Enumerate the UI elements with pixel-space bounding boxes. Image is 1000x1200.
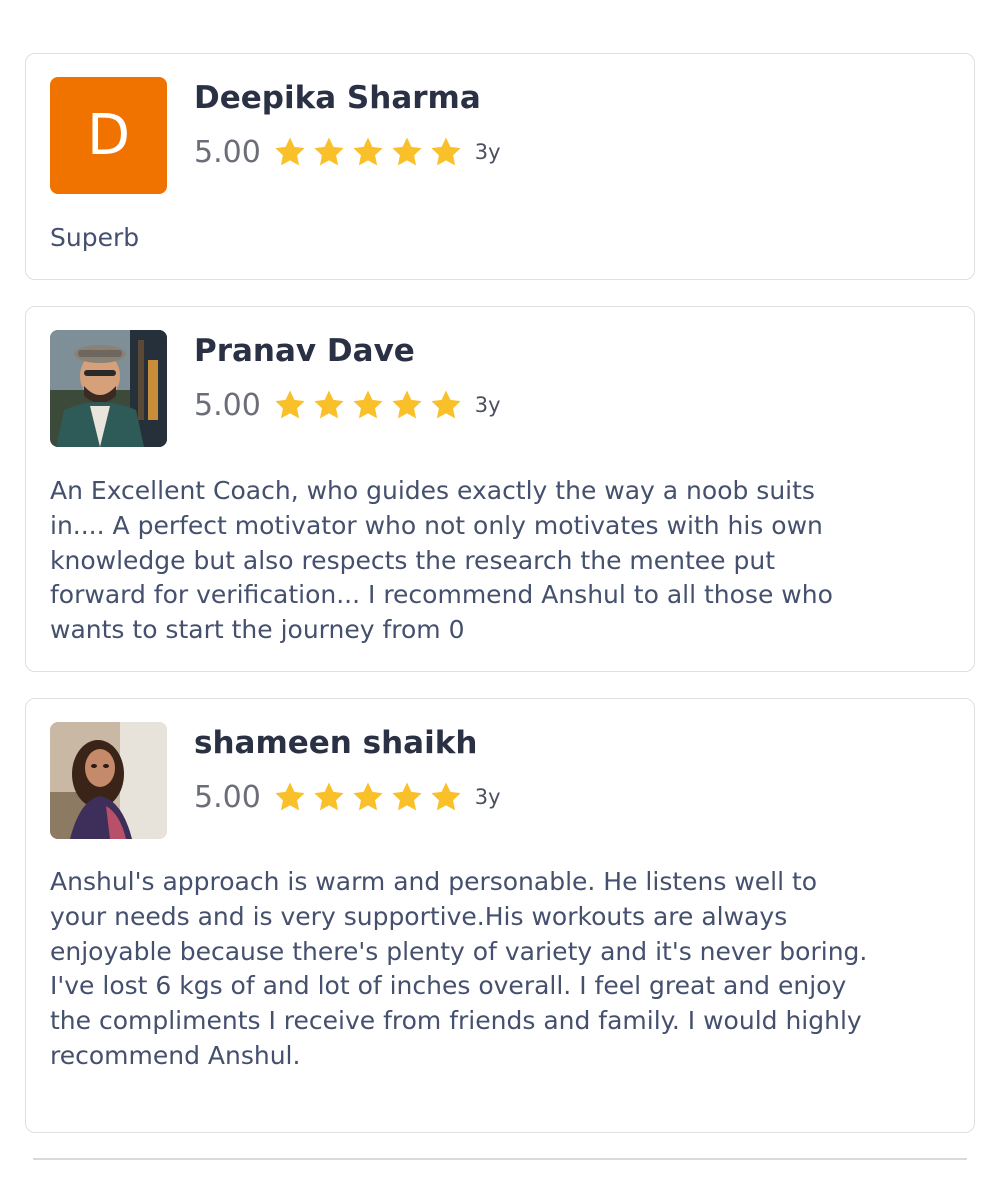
star-icon	[392, 390, 422, 419]
rating-row: 5.00 3y	[194, 383, 501, 427]
review-text: An Excellent Coach, who guides exactly t…	[50, 476, 833, 645]
star-rating	[273, 135, 463, 169]
star-icon	[353, 782, 383, 811]
star-icon	[314, 390, 344, 419]
star-icon	[353, 390, 383, 419]
star-icon	[392, 137, 422, 166]
star-icon	[275, 137, 305, 166]
rating-score: 5.00	[194, 134, 261, 170]
star-icon	[275, 390, 305, 419]
review-text: Superb	[50, 223, 140, 252]
star-icon	[314, 137, 344, 166]
rating-score: 5.00	[194, 387, 261, 423]
star-icon	[392, 782, 422, 811]
star-rating	[273, 780, 463, 814]
user-photo-icon	[50, 722, 167, 839]
star-icon	[431, 782, 461, 811]
star-icon	[431, 390, 461, 419]
star-rating	[273, 388, 463, 422]
review-age: 3y	[474, 393, 501, 417]
star-icon	[314, 782, 344, 811]
review-card: Pranav Dave 5.00 3y An Excellent Coach, …	[25, 306, 975, 672]
user-photo-icon	[50, 330, 167, 447]
divider	[33, 1158, 967, 1160]
avatar[interactable]: D	[50, 77, 167, 194]
reviewer-name[interactable]: shameen shaikh	[194, 725, 477, 761]
star-icon	[431, 137, 461, 166]
review-age: 3y	[474, 785, 501, 809]
review-text: Anshul's approach is warm and personable…	[50, 867, 868, 1070]
star-icon	[353, 137, 383, 166]
avatar-letter: D	[86, 103, 131, 168]
rating-row: 5.00 3y	[194, 775, 501, 819]
review-age: 3y	[474, 140, 501, 164]
rating-row: 5.00 3y	[194, 130, 501, 174]
reviewer-name[interactable]: Deepika Sharma	[194, 80, 481, 116]
avatar[interactable]	[50, 722, 167, 839]
review-card: D Deepika Sharma 5.00 3y Superb	[25, 53, 975, 280]
review-card: shameen shaikh 5.00 3y Anshul's approach…	[25, 698, 975, 1133]
star-icon	[275, 782, 305, 811]
avatar[interactable]	[50, 330, 167, 447]
reviewer-name[interactable]: Pranav Dave	[194, 333, 415, 369]
rating-score: 5.00	[194, 779, 261, 815]
